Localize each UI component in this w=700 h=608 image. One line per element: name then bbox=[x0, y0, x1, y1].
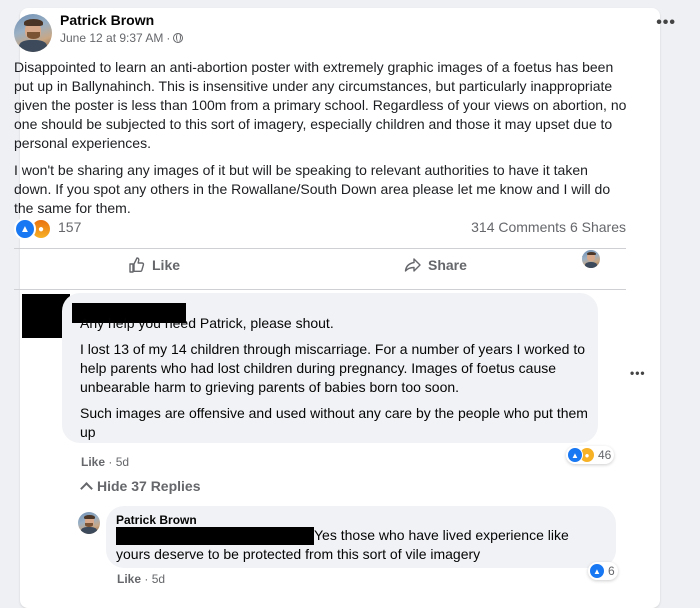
divider bbox=[14, 289, 626, 290]
reaction-count[interactable]: 157 bbox=[58, 219, 81, 235]
comment-text: Any help you need Patrick, please shout.… bbox=[80, 314, 598, 449]
engagement-counts: 314 Comments 6 Shares bbox=[471, 219, 626, 235]
reply-like-button[interactable]: Like bbox=[117, 572, 141, 586]
reply-text-content: Yes those who have lived experience like… bbox=[116, 527, 569, 562]
like-reaction-icon: ▲ bbox=[567, 447, 583, 463]
comment-reaction-count: 46 bbox=[598, 448, 612, 462]
comment-paragraph: Any help you need Patrick, please shout. bbox=[80, 315, 334, 331]
share-arrow-icon bbox=[404, 258, 421, 272]
thumbs-up-icon bbox=[129, 257, 145, 273]
reply-author-avatar[interactable] bbox=[78, 512, 100, 534]
divider bbox=[14, 248, 626, 249]
author-avatar[interactable] bbox=[14, 14, 52, 52]
share-button[interactable]: Share bbox=[404, 256, 467, 274]
post-timestamp[interactable]: June 12 at 9:37 AM bbox=[60, 31, 163, 45]
chevron-up-icon bbox=[80, 481, 93, 495]
reactions-summary: ▲ ● 157 314 Comments 6 Shares bbox=[14, 218, 626, 240]
comment-like-button[interactable]: Like bbox=[81, 455, 105, 469]
comment-options-icon[interactable]: ••• bbox=[630, 366, 646, 380]
meta-separator: · bbox=[144, 572, 149, 586]
react-as-selector[interactable] bbox=[582, 249, 600, 268]
shares-count[interactable]: 6 Shares bbox=[570, 219, 626, 235]
reply-reactions[interactable]: ▲ 6 bbox=[588, 562, 618, 580]
like-button[interactable]: Like bbox=[128, 256, 180, 274]
post-options-icon[interactable]: ••• bbox=[656, 14, 676, 32]
reply-author-name[interactable]: Patrick Brown bbox=[116, 513, 197, 527]
hide-replies-button[interactable]: Hide 37 Replies bbox=[80, 478, 201, 495]
comment-paragraph: I lost 13 of my 14 children through misc… bbox=[80, 341, 586, 395]
comment-age[interactable]: 5d bbox=[116, 455, 129, 469]
comment-reactions[interactable]: ▲ ● 46 bbox=[566, 446, 615, 464]
share-label: Share bbox=[428, 257, 467, 273]
comment-meta: Like · 5d bbox=[81, 455, 129, 469]
reply-meta: Like · 5d bbox=[117, 572, 165, 586]
meta-separator: · bbox=[166, 31, 171, 45]
post-meta: June 12 at 9:37 AM · bbox=[60, 31, 184, 45]
reply-reaction-count: 6 bbox=[608, 564, 615, 578]
public-globe-icon bbox=[173, 33, 184, 43]
like-reaction-icon: ▲ bbox=[14, 218, 36, 240]
viewer-avatar bbox=[582, 249, 600, 268]
meta-separator: · bbox=[108, 455, 113, 469]
reply-age[interactable]: 5d bbox=[152, 572, 165, 586]
author-name[interactable]: Patrick Brown bbox=[60, 12, 154, 28]
comments-count[interactable]: 314 Comments bbox=[471, 219, 566, 235]
like-label: Like bbox=[152, 257, 181, 273]
comment-paragraph: Such images are offensive and used witho… bbox=[80, 405, 588, 440]
hide-replies-label: Hide 37 Replies bbox=[97, 478, 201, 494]
reaction-icons[interactable]: ▲ ● bbox=[14, 218, 52, 240]
reply-text: Yes those who have lived experience like… bbox=[116, 526, 606, 564]
post-paragraph: I won't be sharing any images of it but … bbox=[14, 162, 611, 216]
post-text: Disappointed to learn an anti-abortion p… bbox=[14, 58, 629, 226]
post-paragraph: Disappointed to learn an anti-abortion p… bbox=[14, 59, 627, 151]
like-reaction-icon: ▲ bbox=[589, 563, 605, 579]
